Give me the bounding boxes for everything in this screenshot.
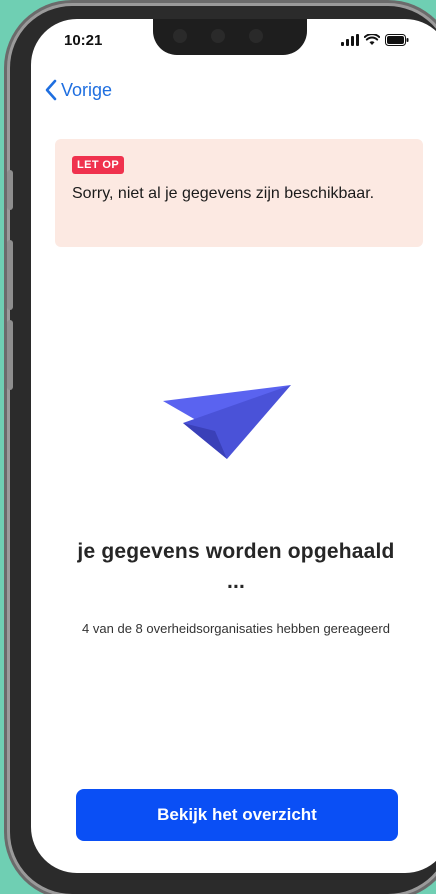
camera-dot [249, 29, 263, 43]
alert-badge: LET OP [72, 156, 125, 174]
back-button[interactable]: Vorige [44, 79, 112, 101]
phone-side-button [7, 170, 13, 210]
paper-plane-icon [163, 385, 291, 459]
back-button-label: Vorige [61, 79, 113, 100]
camera-dot [211, 29, 225, 43]
battery-icon [385, 34, 409, 46]
wifi-icon [364, 34, 380, 45]
view-overview-button[interactable]: Bekijk het overzicht [76, 789, 398, 841]
phone-side-button [7, 240, 13, 310]
warning-alert: LET OP Sorry, niet al je gegevens zijn b… [55, 139, 423, 247]
status-time: 10:21 [64, 32, 103, 49]
signal-icon [341, 34, 359, 46]
camera-dot [173, 29, 187, 43]
progress-subtext: 4 van de 8 overheidsorganisaties hebben … [82, 621, 390, 636]
alert-message: Sorry, niet al je gegevens zijn beschikb… [72, 185, 375, 202]
phone-side-button [7, 320, 13, 390]
status-icons [341, 34, 409, 46]
phone-screen: 10:21 Vorige LET OP Sorry, niet al je ge… [31, 19, 436, 873]
notch [153, 19, 307, 55]
progress-heading: je gegevens worden opgehaald ... [77, 540, 395, 593]
chevron-left-icon [45, 79, 57, 101]
